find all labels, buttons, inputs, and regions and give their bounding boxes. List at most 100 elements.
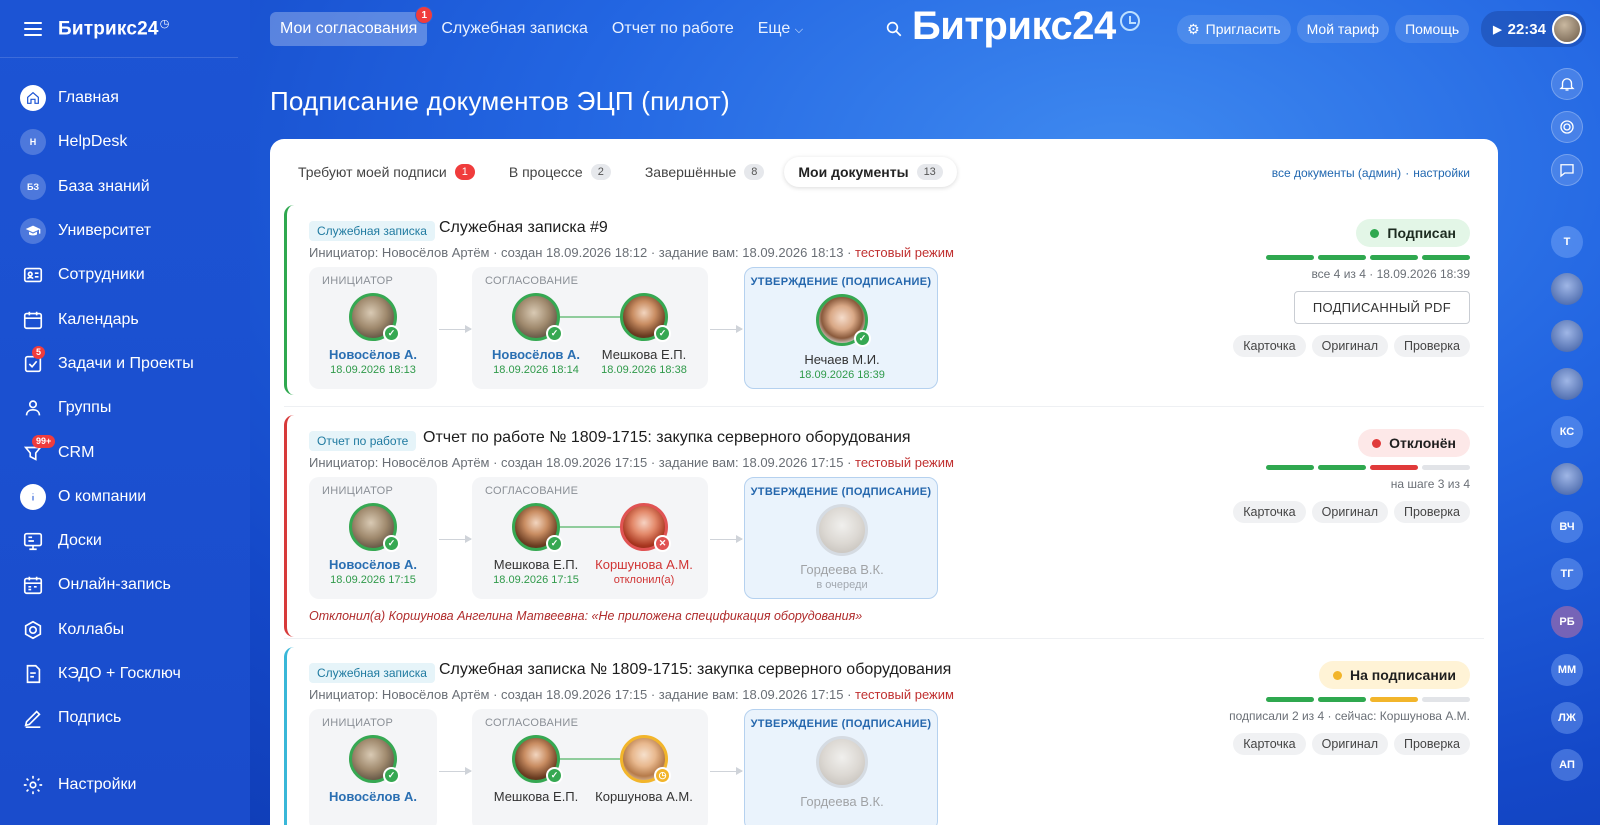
progress-text: все 4 из 4 · 18.09.2026 18:39 [1311, 267, 1470, 281]
original-button[interactable]: Оригинал [1311, 501, 1388, 523]
flow-arrow [439, 767, 472, 775]
contact-avatar[interactable] [1551, 368, 1583, 400]
doc-title[interactable]: Служебная записка #9 [439, 219, 608, 237]
signature-icon [20, 705, 46, 731]
person-initiator[interactable]: ✓ Новосёлов А. [318, 735, 428, 804]
contact-avatar[interactable]: Т [1551, 226, 1583, 258]
sidebar-item-university[interactable]: Университет [0, 209, 250, 253]
avatar: ✕ [620, 503, 671, 552]
contact-avatar[interactable] [1551, 320, 1583, 352]
search-icon[interactable] [885, 20, 903, 38]
person-signer[interactable]: Гордеева В.К. в очереди [787, 504, 897, 591]
check-button[interactable]: Проверка [1394, 733, 1470, 755]
sidebar-item-settings[interactable]: Настройки [0, 763, 250, 807]
check-icon: ✓ [383, 535, 400, 552]
contact-avatar[interactable]: АП [1551, 749, 1583, 781]
tab-completed[interactable]: Завершённые 8 [631, 157, 779, 187]
sidebar-item-signature[interactable]: Подпись [0, 696, 250, 740]
person-signer[interactable]: Гордеева В.К. [787, 736, 897, 809]
tab-in-progress[interactable]: В процессе 2 [495, 157, 625, 187]
check-button[interactable]: Проверка [1394, 501, 1470, 523]
tab-memo[interactable]: Служебная записка [431, 12, 598, 46]
sidebar-item-knowledge-base[interactable]: БЗ База знаний [0, 165, 250, 209]
sidebar-item-company[interactable]: О компании [0, 475, 250, 519]
person-initiator[interactable]: ✓ Новосёлов А. 18.09.2026 17:15 [318, 503, 428, 586]
doc-title[interactable]: Отчет по работе № 1809-1715: закупка сер… [423, 429, 911, 447]
person-approver[interactable]: ✓ Мешкова Е.П. [481, 735, 591, 804]
sidebar-item-booking[interactable]: Онлайн-запись [0, 563, 250, 607]
person-approver[interactable]: ✕ Коршунова А.М. отклонил(а) [589, 503, 699, 586]
person-approver[interactable]: ◷ Коршунова А.М. [589, 735, 699, 804]
tariff-button[interactable]: Мой тариф [1296, 15, 1390, 43]
company-icon [20, 483, 46, 510]
tab-my-documents[interactable]: Мои документы 13 [784, 157, 957, 187]
sidebar-item-helpdesk[interactable]: H HelpDesk [0, 120, 250, 164]
contact-avatar[interactable]: ЛЖ [1551, 702, 1583, 734]
sidebar-item-tasks[interactable]: 5 Задачи и Проекты [0, 342, 250, 386]
card-button[interactable]: Карточка [1233, 733, 1306, 755]
document-row: Служебная записка Служебная записка № 18… [284, 647, 1484, 825]
sidebar-item-calendar[interactable]: Календарь [0, 297, 250, 341]
sidebar-item-collabs[interactable]: Коллабы [0, 608, 250, 652]
card-button[interactable]: Карточка [1233, 335, 1306, 357]
top-right-controls: ⚙ Пригласить Мой тариф Помощь ▶ 22:34 [1177, 11, 1600, 47]
doc-actions: Карточка Оригинал Проверка [1233, 501, 1470, 523]
sidebar-item-home[interactable]: Главная [0, 76, 250, 120]
flow-arrow [710, 767, 743, 775]
sidebar-item-crm[interactable]: 99+ CRM [0, 430, 250, 474]
original-button[interactable]: Оригинал [1311, 733, 1388, 755]
check-icon: ✓ [546, 325, 563, 342]
person-approver[interactable]: ✓ Мешкова Е.П. 18.09.2026 18:38 [589, 293, 699, 376]
documents-card: Требуют моей подписи 1 В процессе 2 Заверш… [270, 139, 1498, 825]
tasks-badge: 5 [32, 345, 46, 359]
check-icon: ✓ [546, 535, 563, 552]
bell-icon[interactable] [1551, 68, 1583, 100]
stage-signing: УТВЕРЖДЕНИЕ (ПОДПИСАНИЕ) Гордеева В.К. в… [744, 477, 938, 599]
tab-my-approvals[interactable]: Мои согласования 1 [270, 6, 434, 46]
invite-icon: ⚙ [1187, 20, 1200, 37]
tab-more[interactable]: Еще ⌵ [748, 12, 813, 46]
sidebar-item-boards[interactable]: Доски [0, 519, 250, 563]
check-button[interactable]: Проверка [1394, 335, 1470, 357]
signed-pdf-button[interactable]: ПОДПИСАННЫЙ PDF [1293, 291, 1470, 324]
menu-burger-icon[interactable] [24, 21, 42, 36]
user-avatar[interactable] [1552, 14, 1582, 44]
timeman-widget[interactable]: ▶ 22:34 [1481, 11, 1586, 47]
sidebar-item-employees[interactable]: Сотрудники [0, 253, 250, 297]
doc-title[interactable]: Служебная записка № 1809-1715: закупка с… [439, 661, 951, 679]
all-documents-link[interactable]: все документы (админ) [1272, 166, 1401, 180]
person-signer[interactable]: ✓ Нечаев М.И. 18.09.2026 18:39 [787, 294, 897, 381]
avatar: ✓ [512, 735, 563, 784]
check-icon: ✓ [383, 767, 400, 784]
contact-avatar[interactable]: КС [1551, 416, 1583, 448]
contact-avatar[interactable]: РБ [1551, 606, 1583, 638]
sidebar-item-label: КЭДО + Госключ [58, 665, 181, 682]
contact-avatar[interactable]: ТГ [1551, 558, 1583, 590]
brand-logo[interactable]: Битрикс24 [912, 4, 1140, 49]
card-button[interactable]: Карточка [1233, 501, 1306, 523]
original-button[interactable]: Оригинал [1311, 335, 1388, 357]
contact-avatar[interactable]: ММ [1551, 654, 1583, 686]
person-initiator[interactable]: ✓ Новосёлов А. 18.09.2026 18:13 [318, 293, 428, 376]
progress-steps [1266, 255, 1470, 260]
sidebar-logo[interactable]: Битрикс24◷ [58, 17, 170, 40]
settings-link[interactable]: настройки [1413, 166, 1470, 180]
helpdesk-icon: H [20, 129, 46, 156]
sidebar-item-label: Календарь [58, 310, 139, 328]
sidebar-item-groups[interactable]: Группы [0, 386, 250, 430]
person-approver[interactable]: ✓ Новосёлов А. 18.09.2026 18:14 [481, 293, 591, 376]
top-nav: Мои согласования 1 Служебная записка Отче… [270, 6, 813, 46]
contact-avatar[interactable] [1551, 463, 1583, 495]
contact-avatar[interactable]: ВЧ [1551, 511, 1583, 543]
tab-need-my-signature[interactable]: Требуют моей подписи 1 [284, 157, 489, 187]
person-approver[interactable]: ✓ Мешкова Е.П. 18.09.2026 17:15 [481, 503, 591, 586]
spiral-icon[interactable] [1551, 111, 1583, 143]
divider [284, 406, 1484, 407]
sidebar-header: Битрикс24◷ [0, 0, 238, 58]
sidebar-item-kedo[interactable]: КЭДО + Госключ [0, 652, 250, 696]
chat-icon[interactable] [1551, 154, 1583, 186]
contact-avatar[interactable] [1551, 273, 1583, 305]
invite-button[interactable]: ⚙ Пригласить [1177, 14, 1291, 44]
help-button[interactable]: Помощь [1395, 15, 1470, 43]
tab-work-report[interactable]: Отчет по работе [602, 12, 744, 46]
